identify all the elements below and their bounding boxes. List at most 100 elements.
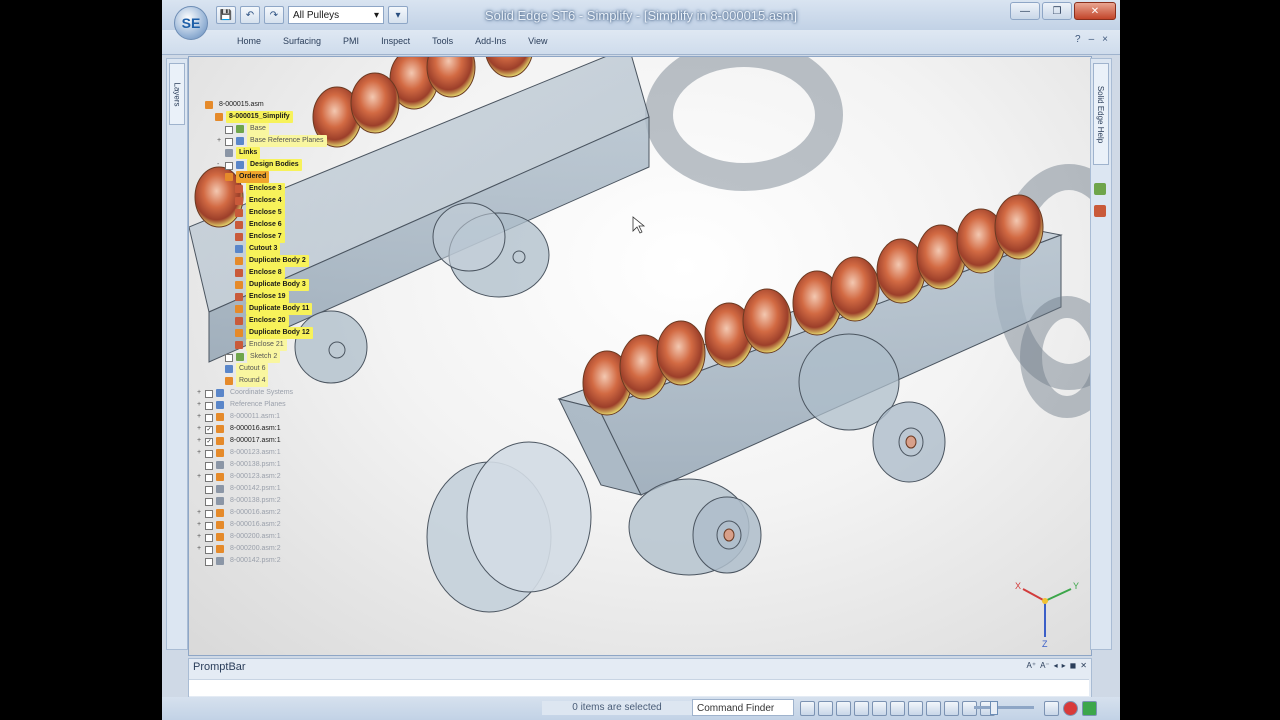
tree-node[interactable]: Duplicate Body 11	[193, 303, 383, 315]
tree-node[interactable]: + Coordinate Systems	[193, 387, 383, 399]
expand-toggle-icon[interactable]: +	[197, 447, 203, 459]
visibility-checkbox[interactable]	[205, 462, 213, 470]
tree-node[interactable]: Round 4	[193, 375, 383, 387]
zoom-slider-thumb[interactable]	[990, 701, 998, 715]
tree-node[interactable]: +8-000123.asm:1	[193, 447, 383, 459]
expand-toggle-icon[interactable]: -	[217, 159, 223, 171]
tab-inspect[interactable]: Inspect	[370, 36, 421, 46]
tree-node[interactable]: Duplicate Body 12	[193, 327, 383, 339]
command-finder-input[interactable]: Command Finder	[692, 699, 794, 716]
close-document-icon[interactable]: ×	[1102, 34, 1108, 45]
pathfinder-tree[interactable]: 8-000015.asm 8-000015_Simplify Base + Base R…	[193, 99, 383, 567]
tree-node[interactable]: +8-000016.asm:2	[193, 507, 383, 519]
expand-toggle-icon[interactable]: +	[197, 531, 203, 543]
tree-node[interactable]: 8-000138.psm:2	[193, 495, 383, 507]
visibility-checkbox[interactable]	[205, 474, 213, 482]
expand-toggle-icon[interactable]: +	[197, 435, 203, 447]
help-icon[interactable]: ?	[1075, 34, 1081, 45]
pan-icon[interactable]	[854, 701, 869, 716]
visibility-checkbox[interactable]	[205, 534, 213, 542]
tree-node[interactable]: Base	[193, 123, 383, 135]
visibility-checkbox[interactable]	[205, 450, 213, 458]
expand-toggle-icon[interactable]: +	[217, 135, 223, 147]
minimize-button[interactable]: —	[1010, 2, 1040, 20]
visibility-checkbox[interactable]	[205, 486, 213, 494]
close-icon[interactable]: ✕	[1080, 661, 1087, 670]
tree-node[interactable]: 8-000142.psm:1	[193, 483, 383, 495]
tree-node[interactable]: Links	[193, 147, 383, 159]
tab-surfacing[interactable]: Surfacing	[272, 36, 332, 46]
library-icon[interactable]	[1094, 183, 1106, 195]
star-icon[interactable]	[1082, 701, 1097, 716]
visibility-checkbox[interactable]	[225, 126, 233, 134]
visibility-checkbox[interactable]	[205, 402, 213, 410]
tree-node[interactable]: Enclose 6	[193, 219, 383, 231]
application-button[interactable]: SE	[174, 6, 208, 40]
tree-node[interactable]: 8-000138.psm:1	[193, 459, 383, 471]
tree-node[interactable]: +8-000011.asm:1	[193, 411, 383, 423]
tree-node[interactable]: Enclose 4	[193, 195, 383, 207]
visibility-checkbox[interactable]	[205, 546, 213, 554]
tree-node[interactable]: Enclose 5	[193, 207, 383, 219]
view-orientation-icon[interactable]	[908, 701, 923, 716]
expand-toggle-icon[interactable]: +	[197, 543, 203, 555]
tree-node[interactable]: +8-000200.asm:2	[193, 543, 383, 555]
zoom-slider-track[interactable]	[974, 706, 1034, 709]
youtube-icon[interactable]	[1094, 205, 1106, 217]
tree-node[interactable]: 8-000142.psm:2	[193, 555, 383, 567]
next-icon[interactable]: ▸	[1062, 661, 1066, 670]
expand-toggle-icon[interactable]: +	[197, 471, 203, 483]
tree-node[interactable]: Ordered	[193, 171, 383, 183]
decrease-font-icon[interactable]: A⁻	[1040, 661, 1050, 670]
prompt-bar-input[interactable]	[189, 679, 1089, 696]
render-mode-icon[interactable]	[926, 701, 941, 716]
tree-node[interactable]: +8-000123.asm:2	[193, 471, 383, 483]
minimize-ribbon-icon[interactable]: –	[1089, 34, 1095, 45]
tree-node[interactable]: Enclose 19	[193, 291, 383, 303]
tab-home[interactable]: Home	[226, 36, 272, 46]
tree-node[interactable]: +8-000016.asm:2	[193, 519, 383, 531]
solid-edge-help-tab[interactable]: Solid Edge Help	[1093, 63, 1109, 165]
expand-toggle-icon[interactable]: +	[197, 507, 203, 519]
tree-node[interactable]: + ✓ 8-000016.asm:1	[193, 423, 383, 435]
tree-node[interactable]: + ✓ 8-000017.asm:1	[193, 435, 383, 447]
visibility-checkbox[interactable]	[205, 510, 213, 518]
dock-icon[interactable]: ◼	[1070, 661, 1077, 670]
tab-add-ins[interactable]: Add-Ins	[464, 36, 517, 46]
visibility-checkbox[interactable]	[205, 390, 213, 398]
tab-pmi[interactable]: PMI	[332, 36, 370, 46]
fit-icon[interactable]	[836, 701, 851, 716]
zoom-icon[interactable]	[818, 701, 833, 716]
tab-view[interactable]: View	[517, 36, 558, 46]
expand-toggle-icon[interactable]: +	[197, 399, 203, 411]
tree-node[interactable]: 8-000015_Simplify	[193, 111, 383, 123]
tree-node[interactable]: Enclose 3	[193, 183, 383, 195]
tree-node[interactable]: + Base Reference Planes	[193, 135, 383, 147]
visibility-checkbox[interactable]	[205, 414, 213, 422]
record-icon[interactable]	[1063, 701, 1078, 716]
display-styles-icon[interactable]	[944, 701, 959, 716]
layers-tab[interactable]: Layers	[169, 63, 185, 125]
tree-node[interactable]: 8-000015.asm	[193, 99, 383, 111]
visibility-checkbox[interactable]	[225, 138, 233, 146]
increase-font-icon[interactable]: A⁺	[1027, 661, 1037, 670]
restore-button[interactable]: ❐	[1042, 2, 1072, 20]
tree-node[interactable]: - Design Bodies	[193, 159, 383, 171]
expand-toggle-icon[interactable]: +	[197, 411, 203, 423]
expand-toggle-icon[interactable]: +	[197, 387, 203, 399]
tree-node[interactable]: Enclose 20	[193, 315, 383, 327]
graphics-window[interactable]: 8-000015.asm 8-000015_Simplify Base + Base R…	[188, 56, 1092, 656]
close-button[interactable]: ✕	[1074, 2, 1116, 20]
visibility-checkbox[interactable]	[205, 522, 213, 530]
prev-icon[interactable]: ◂	[1054, 661, 1058, 670]
tree-node[interactable]: Enclose 8	[193, 267, 383, 279]
sketch-view-icon[interactable]	[890, 701, 905, 716]
tree-node[interactable]: Sketch 2	[193, 351, 383, 363]
rotate-icon[interactable]	[872, 701, 887, 716]
tree-node[interactable]: Enclose 7	[193, 231, 383, 243]
expand-toggle-icon[interactable]: +	[197, 519, 203, 531]
tree-node[interactable]: +8-000200.asm:1	[193, 531, 383, 543]
zoom-in-icon[interactable]	[1044, 701, 1059, 716]
zoom-area-icon[interactable]	[800, 701, 815, 716]
tree-node[interactable]: Duplicate Body 2	[193, 255, 383, 267]
